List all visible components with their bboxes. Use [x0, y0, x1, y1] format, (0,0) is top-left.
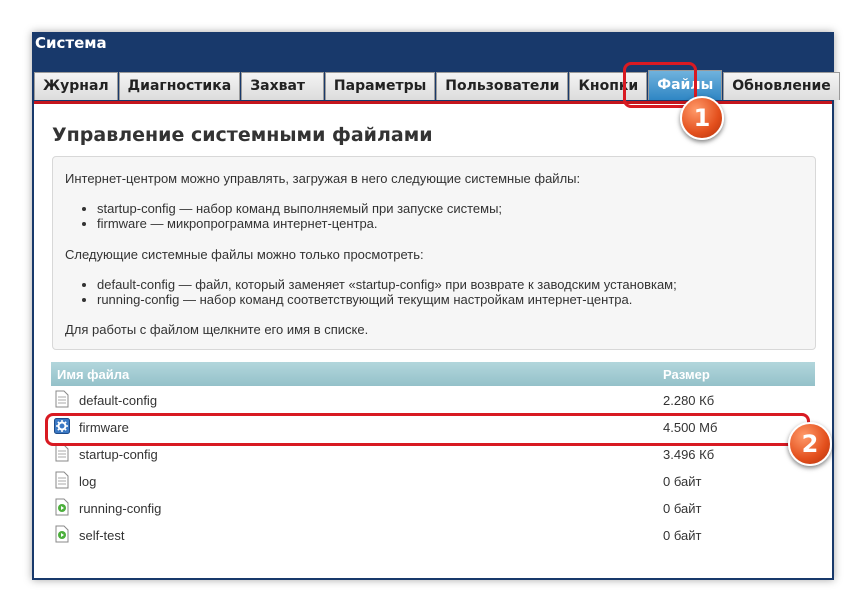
files-panel: Управление системными файлами Интернет-ц… [34, 104, 832, 578]
tab-parameters[interactable]: Параметры [324, 72, 436, 100]
tab-bar: Журнал Диагностика Захват пакетов Параме… [34, 70, 841, 121]
file-size: 0 байт [663, 474, 702, 489]
document-icon [55, 444, 69, 462]
window-title: Система [35, 34, 107, 52]
tab-update[interactable]: Обновление [723, 72, 840, 100]
info-intro: Интернет-центром можно управлять, загруж… [65, 171, 581, 186]
document-icon [55, 390, 69, 408]
list-item: firmware — микропрограмма интернет-центр… [97, 216, 502, 231]
step-badge-1: 1 [680, 96, 724, 140]
table-row-running-config[interactable]: running-config 0 байт [51, 494, 815, 521]
file-name[interactable]: startup-config [79, 447, 158, 462]
file-name[interactable]: log [79, 474, 96, 489]
document-icon [55, 471, 69, 489]
info-readonly-intro: Следующие системные файлы можно только п… [65, 247, 424, 262]
table-header: Имя файла Размер [51, 362, 815, 386]
list-item: startup-config — набор команд выполняемы… [97, 201, 502, 216]
file-name[interactable]: self-test [79, 528, 125, 543]
tab-journal[interactable]: Журнал [34, 72, 118, 100]
tab-packet-capture[interactable]: Захват пакетов [241, 72, 324, 121]
info-hint: Для работы с файлом щелкните его имя в с… [65, 322, 369, 337]
table-row-self-test[interactable]: self-test 0 байт [51, 521, 815, 548]
tab-users[interactable]: Пользователи [436, 72, 569, 100]
table-row-default-config[interactable]: default-config 2.280 Кб [51, 386, 815, 413]
editable-files-list: startup-config — набор команд выполняемы… [65, 201, 502, 231]
file-size: 0 байт [663, 528, 702, 543]
list-item: default-config — файл, который заменяет … [97, 277, 677, 292]
file-name[interactable]: default-config [79, 393, 157, 408]
page-title: Управление системными файлами [52, 124, 433, 146]
file-name[interactable]: running-config [79, 501, 161, 516]
script-icon [55, 498, 69, 516]
step-badge-2: 2 [788, 422, 832, 466]
files-table: Имя файла Размер default-config 2.280 Кб… [51, 362, 815, 548]
column-header-size: Размер [663, 367, 710, 382]
list-item: running-config — набор команд соответств… [97, 292, 677, 307]
readonly-files-list: default-config — файл, который заменяет … [65, 277, 677, 307]
highlight-firmware-row [45, 413, 810, 446]
info-box: Интернет-центром можно управлять, загруж… [52, 156, 816, 350]
column-header-name: Имя файла [57, 367, 130, 382]
tab-diagnostics[interactable]: Диагностика [118, 72, 241, 100]
file-size: 3.496 Кб [663, 447, 715, 462]
file-size: 0 байт [663, 501, 702, 516]
file-size: 2.280 Кб [663, 393, 715, 408]
table-row-log[interactable]: log 0 байт [51, 467, 815, 494]
script-icon [55, 525, 69, 543]
